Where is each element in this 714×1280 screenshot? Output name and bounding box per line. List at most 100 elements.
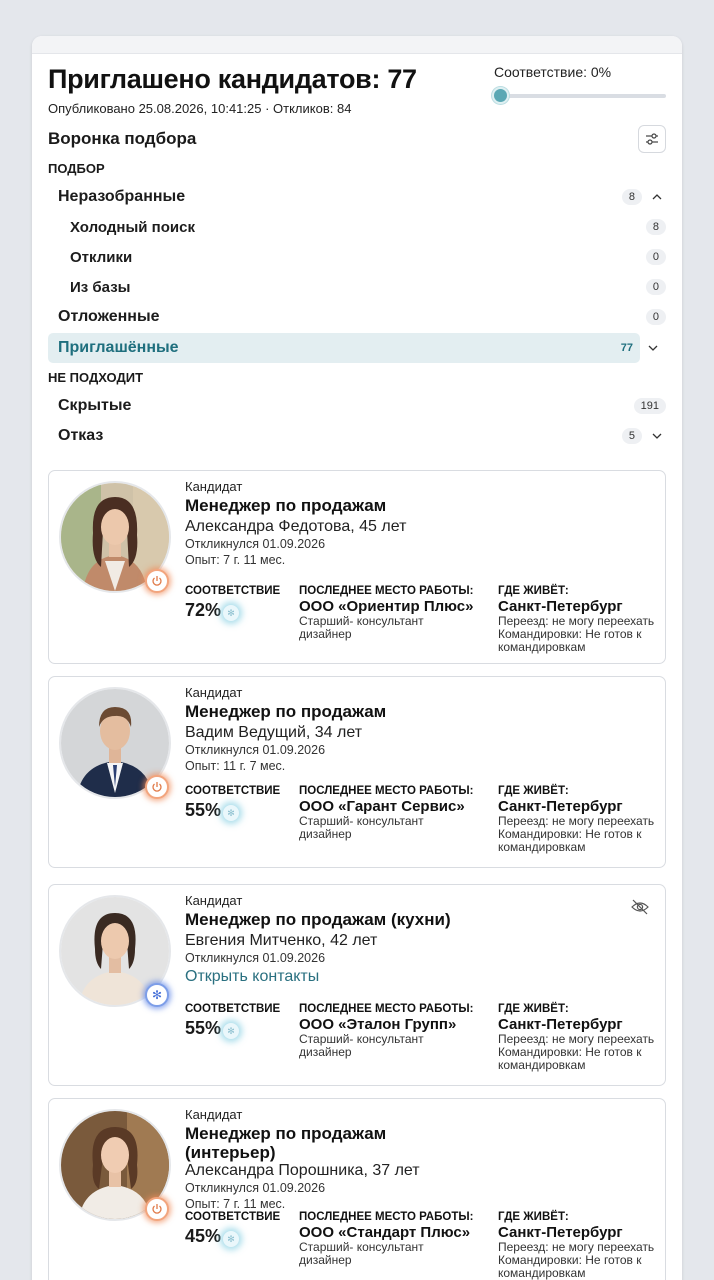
funnel-header: Воронка подбора — [48, 124, 666, 154]
funnel-item-unsorted[interactable]: Неразобранные 8 — [48, 182, 666, 212]
vacancy-panel: Приглашено кандидатов: 77 Опубликовано 2… — [32, 36, 682, 1280]
sliders-icon — [646, 133, 658, 145]
candidate-card[interactable]: Кандидат Менеджер по продажам (интерьер)… — [48, 1098, 666, 1280]
last-job-company: ООО «Ориентир Плюс» — [299, 598, 474, 615]
match-percent: 45% — [185, 1225, 222, 1246]
snowflake-icon: ✻ — [223, 1231, 240, 1247]
candidate-kind-label: Кандидат — [185, 479, 243, 494]
funnel-item-label: Неразобранные — [58, 188, 186, 205]
business-trips-info: Командировки: Не готов к командировкам — [498, 1253, 642, 1280]
panel-top-strip — [32, 36, 682, 54]
funnel-item-invited[interactable]: Приглашённые 77 — [48, 333, 658, 363]
match-percent: 72% — [185, 599, 222, 620]
open-contacts-link[interactable]: Открыть контакты — [185, 968, 625, 986]
candidate-position[interactable]: Менеджер по продажам (кухни) — [185, 910, 625, 929]
funnel-item-count: 0 — [645, 249, 666, 265]
candidate-experience: Опыт: 7 г. 11 мес. — [185, 553, 286, 567]
match-filter: Соответствие: 0% — [492, 64, 666, 104]
candidate-name: Александра Порошника, 37 лет — [185, 1162, 420, 1179]
match-slider-thumb[interactable] — [492, 87, 509, 104]
candidate-responded: Откликнулся 01.09.2026 — [185, 537, 326, 551]
chevron-up-icon[interactable] — [648, 191, 666, 203]
candidate-card[interactable]: Кандидат Менеджер по продажам Вадим Веду… — [48, 676, 666, 868]
lives-heading: ГДЕ ЖИВЁТ: — [498, 1211, 569, 1223]
candidate-position[interactable]: Менеджер по продажам — [185, 702, 625, 721]
candidate-kind-label: Кандидат — [185, 893, 243, 908]
last-job-heading: ПОСЛЕДНЕЕ МЕСТО РАБОТЫ: — [299, 1211, 474, 1223]
snowflake-icon: ✻ — [223, 1023, 240, 1039]
last-job-heading: ПОСЛЕДНЕЕ МЕСТО РАБОТЫ: — [299, 785, 474, 797]
candidate-position[interactable]: Менеджер по продажам (интерьер) — [185, 1124, 415, 1162]
funnel-item-hidden[interactable]: Скрытые 191 — [48, 391, 666, 421]
match-heading: СООТВЕТСТВИЕ — [185, 1211, 281, 1223]
funnel-item-from-database[interactable]: Из базы 0 — [48, 272, 666, 302]
match-heading: СООТВЕТСТВИЕ — [185, 785, 281, 797]
power-icon — [145, 775, 169, 799]
funnel-item-count: 0 — [645, 279, 666, 295]
publication-info: Опубликовано 25.08.2026, 10:41:25 · Откл… — [48, 101, 352, 116]
snowflake-icon: ✻ — [223, 605, 240, 621]
funnel-item-count: 191 — [633, 398, 666, 414]
funnel-item-cold-search[interactable]: Холодный поиск 8 — [48, 212, 666, 242]
business-trips-info: Командировки: Не готов к командировкам — [498, 1045, 642, 1072]
candidate-kind-label: Кандидат — [185, 685, 243, 700]
match-filter-label: Соответствие: 0% — [494, 64, 612, 80]
match-heading: СООТВЕТСТВИЕ — [185, 585, 281, 597]
last-job-role: Старший- консультант дизайнер — [299, 1032, 424, 1059]
last-job-role: Старший- консультант дизайнер — [299, 1240, 424, 1267]
candidate-info: Кандидат Менеджер по продажам (интерьер)… — [185, 1107, 420, 1212]
snowflake-icon: ✻ — [145, 983, 169, 1007]
last-job-role: Старший- консультант дизайнер — [299, 614, 424, 641]
section-selection: ПОДБОР — [48, 161, 105, 176]
candidate-info: Кандидат Менеджер по продажам Вадим Веду… — [185, 685, 625, 774]
last-job-company: ООО «Гарант Сервис» — [299, 798, 465, 815]
business-trips-info: Командировки: Не готов к командировкам — [498, 627, 642, 654]
candidate-responded: Откликнулся 01.09.2026 — [185, 951, 326, 965]
candidate-card[interactable]: ✻ Кандидат Менеджер по продажам (кухни) … — [48, 884, 666, 1086]
funnel-item-count: 77 — [613, 340, 640, 356]
chevron-down-icon[interactable] — [648, 430, 666, 442]
candidate-city: Санкт-Петербург — [498, 598, 623, 615]
match-percent: 55% — [185, 799, 222, 820]
match-percent: 55% — [185, 1017, 222, 1038]
lives-heading: ГДЕ ЖИВЁТ: — [498, 785, 569, 797]
candidate-kind-label: Кандидат — [185, 1107, 243, 1122]
funnel-item-label: Скрытые — [58, 397, 132, 414]
power-icon — [145, 1197, 169, 1221]
candidate-position[interactable]: Менеджер по продажам — [185, 496, 625, 515]
funnel-item-postponed[interactable]: Отложенные 0 — [48, 302, 666, 332]
candidate-name: Евгения Митченко, 42 лет — [185, 932, 378, 949]
candidate-experience: Опыт: 7 г. 11 мес. — [185, 1197, 286, 1211]
last-job-company: ООО «Эталон Групп» — [299, 1016, 457, 1033]
candidate-city: Санкт-Петербург — [498, 1016, 623, 1033]
funnel-item-count: 8 — [645, 219, 666, 235]
funnel-item-label: Отложенные — [58, 308, 160, 325]
funnel-item-responses[interactable]: Отклики 0 — [48, 242, 666, 272]
funnel-item-count: 0 — [645, 309, 666, 325]
candidate-responded: Откликнулся 01.09.2026 — [185, 743, 326, 757]
last-job-heading: ПОСЛЕДНЕЕ МЕСТО РАБОТЫ: — [299, 1003, 474, 1015]
funnel-item-rejected[interactable]: Отказ 5 — [48, 421, 666, 451]
match-heading: СООТВЕТСТВИЕ — [185, 1003, 281, 1015]
lives-heading: ГДЕ ЖИВЁТ: — [498, 1003, 569, 1015]
funnel-settings-button[interactable] — [638, 125, 666, 153]
funnel-item-label: Отказ — [58, 427, 104, 444]
candidate-card[interactable]: Кандидат Менеджер по продажам Александра… — [48, 470, 666, 664]
candidate-experience: Опыт: 11 г. 7 мес. — [185, 759, 286, 773]
eye-off-icon[interactable] — [631, 899, 649, 920]
candidate-name: Вадим Ведущий, 34 лет — [185, 724, 363, 741]
vacancy-header: Приглашено кандидатов: 77 Опубликовано 2… — [48, 64, 468, 116]
candidate-responded: Откликнулся 01.09.2026 — [185, 1181, 326, 1195]
power-icon — [145, 569, 169, 593]
snowflake-icon: ✻ — [223, 805, 240, 821]
match-slider[interactable] — [492, 87, 666, 104]
candidate-info: Кандидат Менеджер по продажам (кухни) Ев… — [185, 893, 625, 986]
candidate-city: Санкт-Петербург — [498, 1224, 623, 1241]
funnel-item-label: Холодный поиск — [70, 218, 195, 236]
last-job-company: ООО «Стандарт Плюс» — [299, 1224, 471, 1241]
chevron-down-icon[interactable] — [644, 342, 662, 354]
last-job-role: Старший- консультант дизайнер — [299, 814, 424, 841]
candidate-info: Кандидат Менеджер по продажам Александра… — [185, 479, 625, 568]
business-trips-info: Командировки: Не готов к командировкам — [498, 827, 642, 854]
page-title: Приглашено кандидатов: 77 — [48, 64, 417, 94]
